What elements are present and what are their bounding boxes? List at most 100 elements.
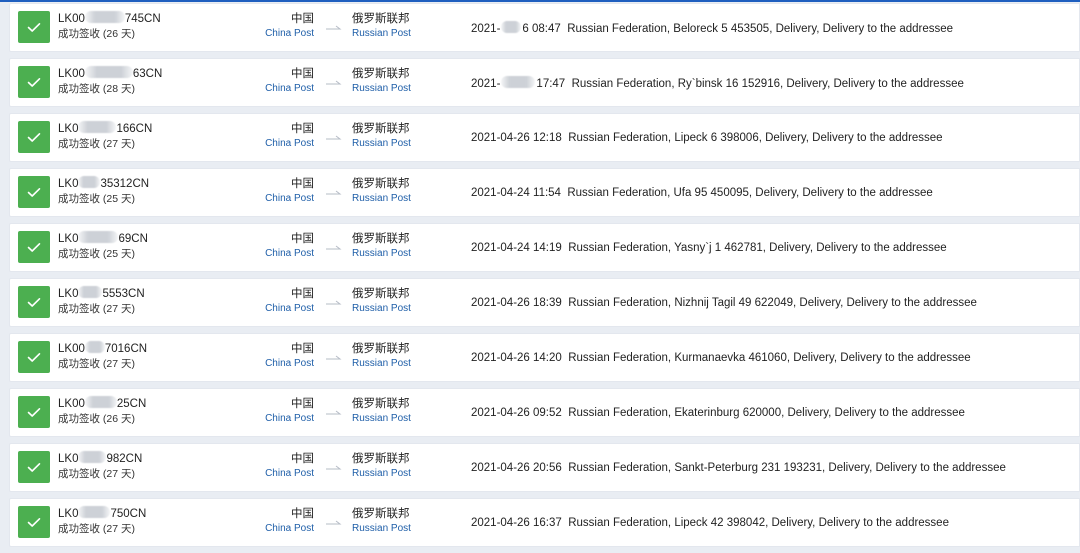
- event-time: 2021-04-26 16:37: [471, 517, 562, 529]
- tracking-row[interactable]: LK0 35312CN 成功签收 (25 天) 中国 China Post 俄罗斯…: [9, 168, 1080, 217]
- check-icon[interactable]: [18, 121, 50, 153]
- tracking-number-start: LK00: [58, 68, 85, 80]
- origin-carrier-link[interactable]: China Post: [265, 521, 314, 536]
- tracking-row[interactable]: LK0 166CN 成功签收 (27 天) 中国 China Post 俄罗斯联邦…: [9, 113, 1080, 162]
- tracking-row[interactable]: LK00 25CN 成功签收 (26 天) 中国 China Post 俄罗斯联邦…: [9, 388, 1080, 437]
- origin-carrier-link[interactable]: China Post: [265, 356, 314, 371]
- event-time: 6 08:47: [522, 23, 561, 35]
- tracking-number[interactable]: LK0 35312CN: [58, 176, 149, 191]
- tracking-number[interactable]: LK0 750CN: [58, 506, 146, 521]
- tracking-row[interactable]: LK0 69CN 成功签收 (25 天) 中国 China Post 俄罗斯联邦 …: [9, 223, 1080, 272]
- destination-country: 俄罗斯联邦: [352, 178, 410, 190]
- event-time: 2021-04-24 11:54: [471, 187, 561, 199]
- tracking-row[interactable]: LK00 745CN 成功签收 (26 天) 中国 China Post 俄罗斯联…: [9, 3, 1080, 52]
- check-icon[interactable]: [18, 396, 50, 428]
- destination-country: 俄罗斯联邦: [352, 288, 410, 300]
- destination-carrier-link[interactable]: Russian Post: [352, 521, 411, 536]
- origin-country: 中国: [291, 233, 314, 245]
- redacted-mask: [84, 66, 133, 78]
- destination: 俄罗斯联邦 Russian Post: [352, 342, 411, 371]
- destination-carrier-link[interactable]: Russian Post: [352, 136, 411, 151]
- tracking-number[interactable]: LK00 745CN: [58, 11, 161, 26]
- origin-carrier-link[interactable]: China Post: [265, 246, 314, 261]
- arrow-right-icon: [326, 25, 342, 30]
- check-icon[interactable]: [18, 66, 50, 98]
- destination: 俄罗斯联邦 Russian Post: [352, 397, 411, 426]
- redacted-mask: [78, 121, 117, 133]
- event-time: 2021-04-26 09:52: [471, 407, 562, 419]
- destination-carrier-link[interactable]: Russian Post: [352, 466, 411, 481]
- destination-carrier-link[interactable]: Russian Post: [352, 411, 411, 426]
- delivery-status: 成功签收 (27 天): [58, 523, 136, 535]
- origin-country: 中国: [291, 13, 314, 25]
- event-time: 2021-04-26 12:18: [471, 132, 562, 144]
- destination-carrier-link[interactable]: Russian Post: [352, 356, 411, 371]
- tracking-number[interactable]: LK0 5553CN: [58, 286, 145, 301]
- event-description: Russian Federation, Lipeck 6 398006, Del…: [568, 132, 943, 144]
- tracking-row[interactable]: LK0 982CN 成功签收 (27 天) 中国 China Post 俄罗斯联邦…: [9, 443, 1080, 492]
- destination-carrier-link[interactable]: Russian Post: [352, 301, 411, 316]
- tracking-number[interactable]: LK0 69CN: [58, 231, 148, 246]
- tracking-list: LK00 745CN 成功签收 (26 天) 中国 China Post 俄罗斯联…: [9, 3, 1080, 553]
- check-icon[interactable]: [18, 451, 50, 483]
- check-icon[interactable]: [18, 286, 50, 318]
- destination-carrier-link[interactable]: Russian Post: [352, 81, 411, 96]
- latest-event: 2021-04-26 12:18 Russian Federation, Lip…: [471, 131, 943, 145]
- tracking-number-start: LK00: [58, 13, 85, 25]
- origin-carrier-link[interactable]: China Post: [265, 81, 314, 96]
- origin-carrier-link[interactable]: China Post: [265, 191, 314, 206]
- destination-country: 俄罗斯联邦: [352, 343, 410, 355]
- origin: 中国 China Post: [265, 232, 314, 261]
- origin-carrier-link[interactable]: China Post: [265, 411, 314, 426]
- origin-carrier-link[interactable]: China Post: [265, 26, 314, 41]
- arrow-right-icon: [326, 520, 342, 525]
- check-icon[interactable]: [18, 506, 50, 538]
- tracking-number-start: LK0: [58, 123, 79, 135]
- event-time: 2021-04-24 14:19: [471, 242, 562, 254]
- destination-country: 俄罗斯联邦: [352, 68, 410, 80]
- delivery-status: 成功签收 (27 天): [58, 303, 136, 315]
- redacted-mask: [84, 11, 125, 23]
- origin: 中国 China Post: [265, 177, 314, 206]
- destination-country: 俄罗斯联邦: [352, 508, 410, 520]
- tracking-number[interactable]: LK0 982CN: [58, 451, 142, 466]
- arrow-right-icon: [326, 80, 342, 85]
- tracking-number-end: 166CN: [116, 123, 153, 135]
- redacted-mask: [84, 396, 117, 408]
- tracking-number[interactable]: LK00 63CN: [58, 66, 162, 81]
- tracking-number[interactable]: LK00 7016CN: [58, 341, 147, 356]
- tracking-row[interactable]: LK00 7016CN 成功签收 (27 天) 中国 China Post 俄罗斯…: [9, 333, 1080, 382]
- delivery-status: 成功签收 (28 天): [58, 83, 136, 95]
- check-icon[interactable]: [18, 11, 50, 43]
- destination-country: 俄罗斯联邦: [352, 13, 410, 25]
- tracking-number-end: 7016CN: [104, 343, 148, 355]
- tracking-row[interactable]: LK0 5553CN 成功签收 (27 天) 中国 China Post 俄罗斯联…: [9, 278, 1080, 327]
- origin-country: 中国: [291, 178, 314, 190]
- redacted-mask: [78, 451, 107, 463]
- destination: 俄罗斯联邦 Russian Post: [352, 12, 411, 41]
- tracking-number[interactable]: LK0 166CN: [58, 121, 152, 136]
- latest-event: 2021-04-24 14:19 Russian Federation, Yas…: [471, 241, 947, 255]
- destination-carrier-link[interactable]: Russian Post: [352, 26, 411, 41]
- origin-carrier-link[interactable]: China Post: [265, 136, 314, 151]
- origin-carrier-link[interactable]: China Post: [265, 466, 314, 481]
- tracking-number[interactable]: LK00 25CN: [58, 396, 146, 411]
- redacted-mask: [78, 176, 101, 188]
- latest-event: 2021-04-26 20:56 Russian Federation, San…: [471, 461, 1006, 475]
- tracking-row[interactable]: LK00 63CN 成功签收 (28 天) 中国 China Post 俄罗斯联邦…: [9, 58, 1080, 107]
- tracking-number-end: 745CN: [124, 13, 161, 25]
- check-icon[interactable]: [18, 341, 50, 373]
- tracking-number-end: 5553CN: [102, 288, 145, 300]
- destination-carrier-link[interactable]: Russian Post: [352, 246, 411, 261]
- origin-country: 中国: [291, 68, 314, 80]
- destination: 俄罗斯联邦 Russian Post: [352, 507, 411, 536]
- check-icon[interactable]: [18, 176, 50, 208]
- origin-carrier-link[interactable]: China Post: [265, 301, 314, 316]
- check-icon[interactable]: [18, 231, 50, 263]
- destination-carrier-link[interactable]: Russian Post: [352, 191, 411, 206]
- destination: 俄罗斯联邦 Russian Post: [352, 452, 411, 481]
- redacted-mask: [78, 286, 103, 298]
- event-description: Russian Federation, Sankt-Peterburg 231 …: [568, 462, 1006, 474]
- origin: 中国 China Post: [265, 67, 314, 96]
- tracking-row[interactable]: LK0 750CN 成功签收 (27 天) 中国 China Post 俄罗斯联邦…: [9, 498, 1080, 547]
